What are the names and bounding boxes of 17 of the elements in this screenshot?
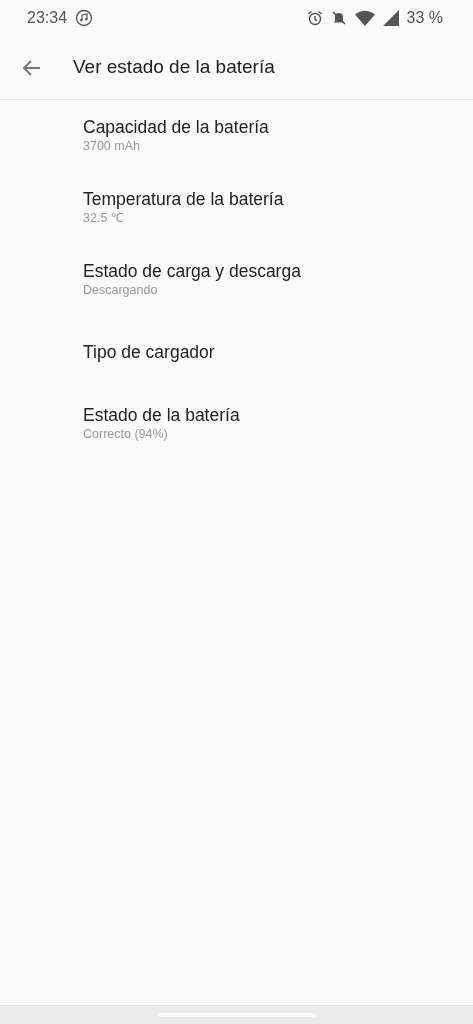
- setting-title[interactable]: Estado de carga y descarga: [83, 261, 473, 283]
- setting-title[interactable]: Temperatura de la batería: [83, 189, 473, 211]
- muted-bell-icon: [330, 10, 347, 26]
- setting-title[interactable]: Tipo de cargador: [83, 341, 473, 363]
- battery-percentage: 33 %: [406, 8, 443, 28]
- signal-icon: [382, 10, 399, 26]
- setting-title[interactable]: Capacidad de la batería: [83, 117, 473, 139]
- setting-value: Correcto (94%): [83, 426, 169, 443]
- music-note-icon: [75, 9, 94, 27]
- setting-value: 32.5 ℃: [83, 210, 124, 227]
- alarm-clock-icon: [306, 10, 323, 26]
- setting-value: Descargando: [83, 282, 159, 299]
- page-title: Ver estado de la batería: [73, 55, 275, 80]
- status-time: 23:34: [27, 8, 68, 28]
- setting-title[interactable]: Estado de la batería: [83, 405, 473, 427]
- setting-value: 3700 mAh: [83, 138, 141, 155]
- wifi-icon: [354, 10, 375, 26]
